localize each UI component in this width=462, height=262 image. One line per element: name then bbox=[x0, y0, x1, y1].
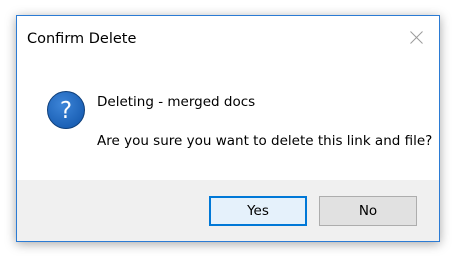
question-icon: ? bbox=[47, 91, 85, 129]
message-heading: Deleting - merged docs bbox=[97, 94, 256, 110]
yes-button[interactable]: Yes bbox=[209, 196, 307, 226]
dialog-titlebar[interactable]: Confirm Delete bbox=[17, 16, 439, 58]
close-button[interactable] bbox=[395, 16, 439, 56]
dialog-content: ? Deleting - merged docs Are you sure yo… bbox=[17, 58, 439, 180]
dialog-footer: Yes No bbox=[17, 180, 439, 241]
confirm-delete-dialog: Confirm Delete ? Deleting - merged docs … bbox=[16, 15, 440, 242]
close-icon bbox=[410, 31, 423, 44]
dialog-title: Confirm Delete bbox=[27, 31, 137, 47]
svg-text:?: ? bbox=[60, 98, 72, 124]
no-button[interactable]: No bbox=[319, 196, 417, 226]
message-text: Are you sure you want to delete this lin… bbox=[97, 133, 433, 149]
